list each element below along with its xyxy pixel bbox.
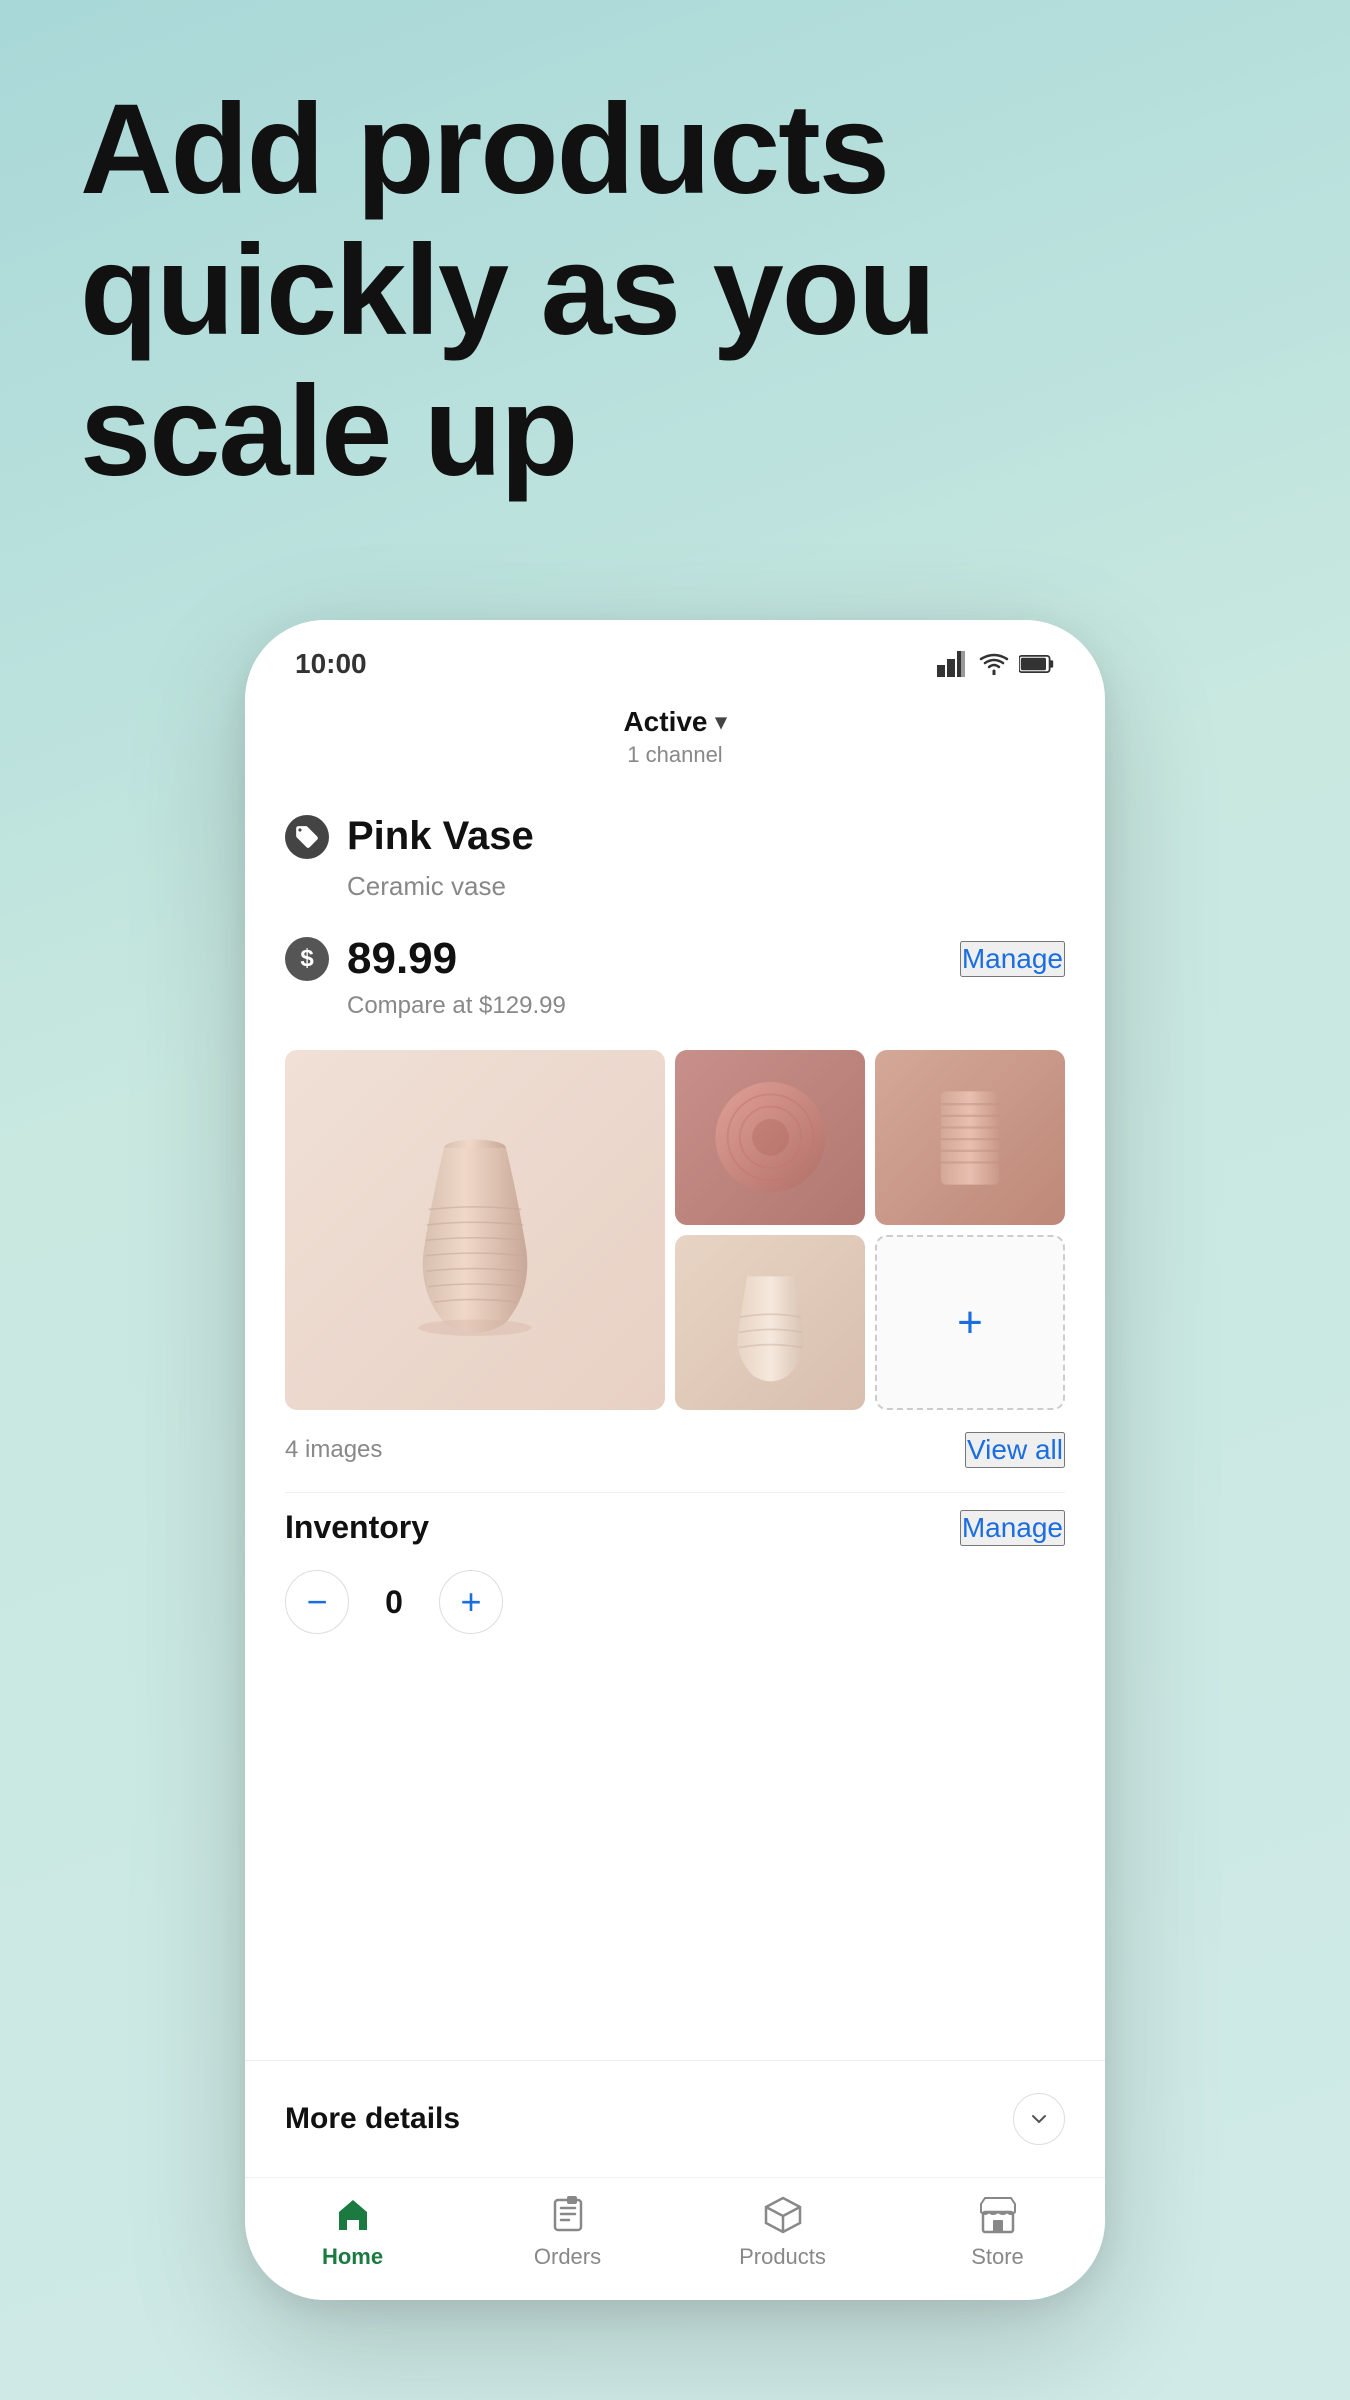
active-label-text: Active <box>623 706 707 738</box>
thumb-vase-svg <box>704 1076 837 1199</box>
thumb-cup-svg <box>913 1068 1027 1208</box>
wifi-icon <box>979 653 1009 675</box>
status-bar: 10:00 <box>245 620 1105 690</box>
nav-item-products[interactable]: Products <box>723 2194 843 2270</box>
more-details-label: More details <box>285 2102 460 2136</box>
price-row: $ 89.99 Manage <box>285 926 1065 988</box>
tag-svg <box>294 824 320 850</box>
quantity-value: 0 <box>369 1584 419 1621</box>
phone-mockup: 10:00 <box>245 620 1105 2300</box>
inventory-header: Inventory Manage <box>285 1509 1065 1546</box>
hero-section: Add products quickly as you scale up <box>80 80 1270 502</box>
active-channel-bar[interactable]: Active ▾ 1 channel <box>245 690 1105 786</box>
products-icon <box>762 2194 804 2236</box>
thumb-image-3[interactable] <box>675 1235 865 1410</box>
channel-count: 1 channel <box>627 742 722 768</box>
product-name-row: Pink Vase <box>285 786 1065 867</box>
vase-svg <box>323 1086 627 1374</box>
nav-item-store[interactable]: Store <box>938 2194 1058 2270</box>
signal-icon <box>937 651 969 677</box>
manage-price-button[interactable]: Manage <box>960 941 1065 977</box>
inventory-section: Inventory Manage − 0 + <box>285 1492 1065 1650</box>
price-value: 89.99 <box>347 934 457 984</box>
chevron-icon <box>1029 2109 1049 2129</box>
nav-item-home[interactable]: Home <box>293 2194 413 2270</box>
product-content: Pink Vase Ceramic vase $ 89.99 Manage Co… <box>245 786 1105 2060</box>
inventory-stepper: − 0 + <box>285 1570 1065 1634</box>
images-grid: + <box>285 1050 1065 1410</box>
add-image-icon: + <box>957 1298 983 1348</box>
increment-button[interactable]: + <box>439 1570 503 1634</box>
orders-icon <box>547 2194 589 2236</box>
hero-title-line2: quickly as you <box>80 221 1270 362</box>
more-details-chevron[interactable] <box>1013 2093 1065 2145</box>
nav-label-orders: Orders <box>534 2244 601 2270</box>
hero-title-line3: scale up <box>80 362 1270 503</box>
product-name: Pink Vase <box>347 814 534 859</box>
view-all-button[interactable]: View all <box>965 1432 1065 1468</box>
more-details-bar[interactable]: More details <box>245 2060 1105 2177</box>
nav-label-products: Products <box>739 2244 826 2270</box>
product-description: Ceramic vase <box>285 867 1065 926</box>
hero-title-line1: Add products <box>80 80 1270 221</box>
status-time: 10:00 <box>295 648 367 680</box>
thumb-image-2[interactable] <box>875 1050 1065 1225</box>
status-icons <box>937 651 1055 677</box>
nav-item-orders[interactable]: Orders <box>508 2194 628 2270</box>
price-left: $ 89.99 <box>285 934 457 984</box>
main-product-image[interactable] <box>285 1050 665 1410</box>
add-image-placeholder[interactable]: + <box>875 1235 1065 1410</box>
phone-frame: 10:00 <box>245 620 1105 2300</box>
battery-icon <box>1019 654 1055 674</box>
dollar-icon: $ <box>285 937 329 981</box>
store-icon <box>977 2194 1019 2236</box>
thumb-white-svg <box>704 1253 837 1393</box>
decrement-button[interactable]: − <box>285 1570 349 1634</box>
images-footer: 4 images View all <box>285 1420 1065 1492</box>
chevron-down-icon: ▾ <box>716 709 727 735</box>
nav-label-store: Store <box>971 2244 1024 2270</box>
thumb-image-1[interactable] <box>675 1050 865 1225</box>
active-channel-label[interactable]: Active ▾ <box>623 706 726 738</box>
nav-label-home: Home <box>322 2244 383 2270</box>
inventory-manage-button[interactable]: Manage <box>960 1510 1065 1546</box>
images-count: 4 images <box>285 1436 382 1464</box>
tag-icon <box>285 815 329 859</box>
home-icon <box>332 2194 374 2236</box>
compare-price: Compare at $129.99 <box>285 988 1065 1040</box>
bottom-nav: Home Orders Prod <box>245 2177 1105 2300</box>
inventory-title: Inventory <box>285 1509 429 1546</box>
